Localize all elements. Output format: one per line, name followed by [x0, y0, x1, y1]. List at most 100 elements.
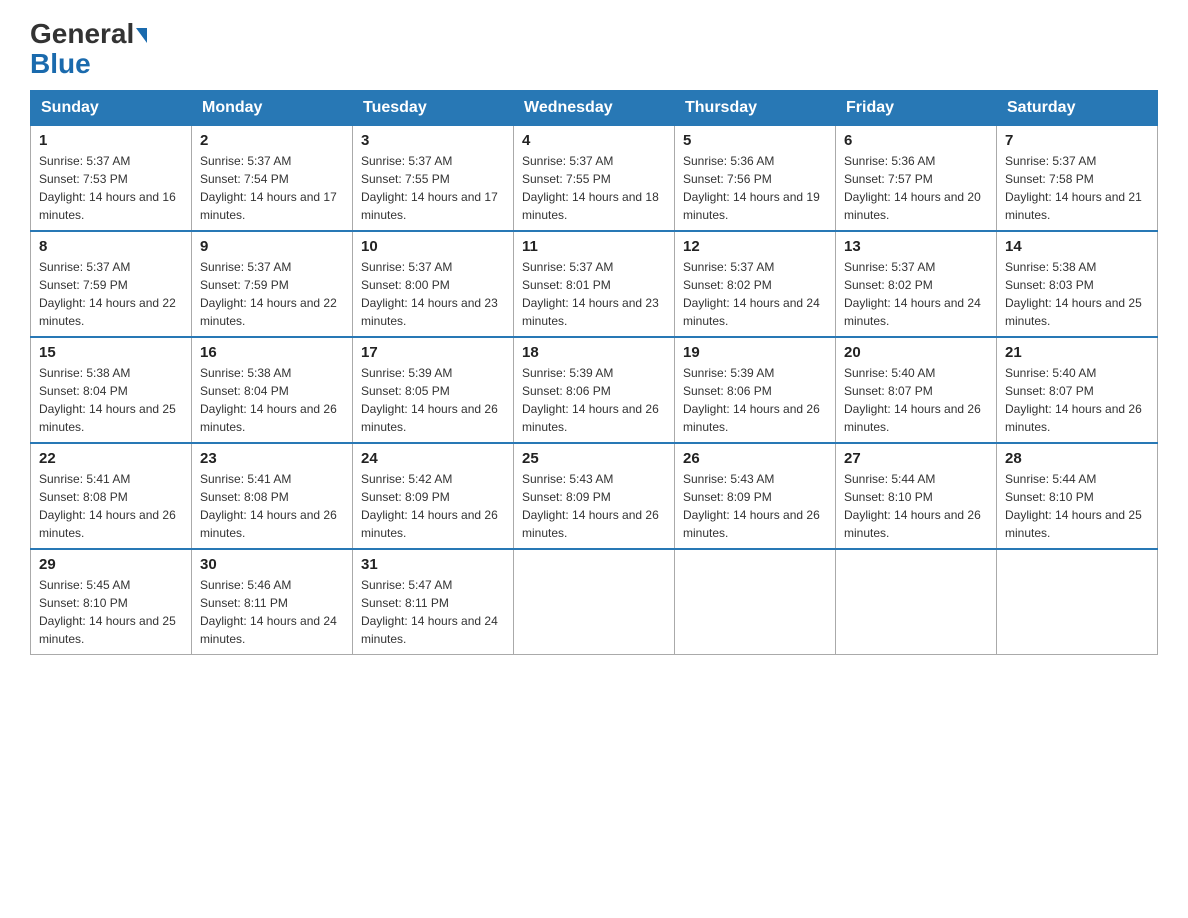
col-friday: Friday: [836, 91, 997, 126]
day-number: 29: [39, 556, 183, 573]
day-number: 18: [522, 344, 666, 361]
day-info: Sunrise: 5:38 AMSunset: 8:03 PMDaylight:…: [1005, 260, 1142, 328]
day-number: 14: [1005, 238, 1149, 255]
calendar-cell: 31 Sunrise: 5:47 AMSunset: 8:11 PMDaylig…: [353, 549, 514, 655]
day-info: Sunrise: 5:36 AMSunset: 7:57 PMDaylight:…: [844, 154, 981, 222]
day-info: Sunrise: 5:39 AMSunset: 8:05 PMDaylight:…: [361, 366, 498, 434]
calendar-cell: 16 Sunrise: 5:38 AMSunset: 8:04 PMDaylig…: [192, 337, 353, 443]
calendar-cell: 27 Sunrise: 5:44 AMSunset: 8:10 PMDaylig…: [836, 443, 997, 549]
day-info: Sunrise: 5:37 AMSunset: 8:02 PMDaylight:…: [844, 260, 981, 328]
calendar-cell: 6 Sunrise: 5:36 AMSunset: 7:57 PMDayligh…: [836, 126, 997, 232]
day-number: 30: [200, 556, 344, 573]
day-number: 24: [361, 450, 505, 467]
calendar-cell: 4 Sunrise: 5:37 AMSunset: 7:55 PMDayligh…: [514, 126, 675, 232]
logo-general: General: [30, 18, 147, 49]
day-number: 31: [361, 556, 505, 573]
calendar-cell: 8 Sunrise: 5:37 AMSunset: 7:59 PMDayligh…: [31, 231, 192, 337]
col-thursday: Thursday: [675, 91, 836, 126]
day-number: 26: [683, 450, 827, 467]
day-number: 6: [844, 132, 988, 149]
col-saturday: Saturday: [997, 91, 1158, 126]
day-info: Sunrise: 5:37 AMSunset: 7:53 PMDaylight:…: [39, 154, 176, 222]
logo-blue: Blue: [30, 48, 91, 80]
day-number: 22: [39, 450, 183, 467]
day-number: 28: [1005, 450, 1149, 467]
day-info: Sunrise: 5:47 AMSunset: 8:11 PMDaylight:…: [361, 578, 498, 646]
calendar-cell: 20 Sunrise: 5:40 AMSunset: 8:07 PMDaylig…: [836, 337, 997, 443]
day-number: 11: [522, 238, 666, 255]
day-number: 23: [200, 450, 344, 467]
day-info: Sunrise: 5:38 AMSunset: 8:04 PMDaylight:…: [200, 366, 337, 434]
day-number: 7: [1005, 132, 1149, 149]
day-number: 16: [200, 344, 344, 361]
day-info: Sunrise: 5:40 AMSunset: 8:07 PMDaylight:…: [844, 366, 981, 434]
day-number: 5: [683, 132, 827, 149]
calendar-cell: 1 Sunrise: 5:37 AMSunset: 7:53 PMDayligh…: [31, 126, 192, 232]
day-info: Sunrise: 5:39 AMSunset: 8:06 PMDaylight:…: [522, 366, 659, 434]
day-info: Sunrise: 5:44 AMSunset: 8:10 PMDaylight:…: [1005, 472, 1142, 540]
calendar-cell: [514, 549, 675, 655]
day-number: 20: [844, 344, 988, 361]
calendar-cell: 23 Sunrise: 5:41 AMSunset: 8:08 PMDaylig…: [192, 443, 353, 549]
day-info: Sunrise: 5:43 AMSunset: 8:09 PMDaylight:…: [522, 472, 659, 540]
calendar-table: Sunday Monday Tuesday Wednesday Thursday…: [30, 90, 1158, 655]
day-info: Sunrise: 5:37 AMSunset: 7:59 PMDaylight:…: [200, 260, 337, 328]
day-number: 15: [39, 344, 183, 361]
calendar-cell: 10 Sunrise: 5:37 AMSunset: 8:00 PMDaylig…: [353, 231, 514, 337]
calendar-cell: 2 Sunrise: 5:37 AMSunset: 7:54 PMDayligh…: [192, 126, 353, 232]
week-row-4: 22 Sunrise: 5:41 AMSunset: 8:08 PMDaylig…: [31, 443, 1158, 549]
day-info: Sunrise: 5:41 AMSunset: 8:08 PMDaylight:…: [200, 472, 337, 540]
calendar-cell: 26 Sunrise: 5:43 AMSunset: 8:09 PMDaylig…: [675, 443, 836, 549]
day-info: Sunrise: 5:41 AMSunset: 8:08 PMDaylight:…: [39, 472, 176, 540]
day-info: Sunrise: 5:40 AMSunset: 8:07 PMDaylight:…: [1005, 366, 1142, 434]
calendar-cell: [997, 549, 1158, 655]
day-number: 4: [522, 132, 666, 149]
day-number: 13: [844, 238, 988, 255]
col-wednesday: Wednesday: [514, 91, 675, 126]
day-info: Sunrise: 5:46 AMSunset: 8:11 PMDaylight:…: [200, 578, 337, 646]
day-info: Sunrise: 5:36 AMSunset: 7:56 PMDaylight:…: [683, 154, 820, 222]
calendar-cell: 25 Sunrise: 5:43 AMSunset: 8:09 PMDaylig…: [514, 443, 675, 549]
day-number: 27: [844, 450, 988, 467]
day-number: 21: [1005, 344, 1149, 361]
day-number: 19: [683, 344, 827, 361]
logo: General Blue: [30, 20, 147, 80]
day-number: 3: [361, 132, 505, 149]
calendar-cell: 22 Sunrise: 5:41 AMSunset: 8:08 PMDaylig…: [31, 443, 192, 549]
week-row-3: 15 Sunrise: 5:38 AMSunset: 8:04 PMDaylig…: [31, 337, 1158, 443]
calendar-cell: [836, 549, 997, 655]
calendar-cell: 12 Sunrise: 5:37 AMSunset: 8:02 PMDaylig…: [675, 231, 836, 337]
page-header: General Blue: [30, 20, 1158, 80]
calendar-cell: 15 Sunrise: 5:38 AMSunset: 8:04 PMDaylig…: [31, 337, 192, 443]
day-info: Sunrise: 5:39 AMSunset: 8:06 PMDaylight:…: [683, 366, 820, 434]
calendar-cell: 3 Sunrise: 5:37 AMSunset: 7:55 PMDayligh…: [353, 126, 514, 232]
day-info: Sunrise: 5:37 AMSunset: 7:55 PMDaylight:…: [361, 154, 498, 222]
day-info: Sunrise: 5:37 AMSunset: 8:01 PMDaylight:…: [522, 260, 659, 328]
calendar-cell: 14 Sunrise: 5:38 AMSunset: 8:03 PMDaylig…: [997, 231, 1158, 337]
col-monday: Monday: [192, 91, 353, 126]
day-info: Sunrise: 5:37 AMSunset: 8:02 PMDaylight:…: [683, 260, 820, 328]
calendar-cell: [675, 549, 836, 655]
col-tuesday: Tuesday: [353, 91, 514, 126]
week-row-2: 8 Sunrise: 5:37 AMSunset: 7:59 PMDayligh…: [31, 231, 1158, 337]
day-number: 2: [200, 132, 344, 149]
week-row-5: 29 Sunrise: 5:45 AMSunset: 8:10 PMDaylig…: [31, 549, 1158, 655]
day-number: 8: [39, 238, 183, 255]
calendar-cell: 7 Sunrise: 5:37 AMSunset: 7:58 PMDayligh…: [997, 126, 1158, 232]
calendar-cell: 19 Sunrise: 5:39 AMSunset: 8:06 PMDaylig…: [675, 337, 836, 443]
day-info: Sunrise: 5:45 AMSunset: 8:10 PMDaylight:…: [39, 578, 176, 646]
day-info: Sunrise: 5:42 AMSunset: 8:09 PMDaylight:…: [361, 472, 498, 540]
calendar-cell: 21 Sunrise: 5:40 AMSunset: 8:07 PMDaylig…: [997, 337, 1158, 443]
day-number: 25: [522, 450, 666, 467]
calendar-cell: 28 Sunrise: 5:44 AMSunset: 8:10 PMDaylig…: [997, 443, 1158, 549]
day-info: Sunrise: 5:37 AMSunset: 8:00 PMDaylight:…: [361, 260, 498, 328]
day-number: 10: [361, 238, 505, 255]
day-number: 12: [683, 238, 827, 255]
calendar-cell: 9 Sunrise: 5:37 AMSunset: 7:59 PMDayligh…: [192, 231, 353, 337]
calendar-cell: 30 Sunrise: 5:46 AMSunset: 8:11 PMDaylig…: [192, 549, 353, 655]
day-info: Sunrise: 5:37 AMSunset: 7:54 PMDaylight:…: [200, 154, 337, 222]
day-info: Sunrise: 5:43 AMSunset: 8:09 PMDaylight:…: [683, 472, 820, 540]
calendar-cell: 18 Sunrise: 5:39 AMSunset: 8:06 PMDaylig…: [514, 337, 675, 443]
header-row: Sunday Monday Tuesday Wednesday Thursday…: [31, 91, 1158, 126]
day-number: 1: [39, 132, 183, 149]
